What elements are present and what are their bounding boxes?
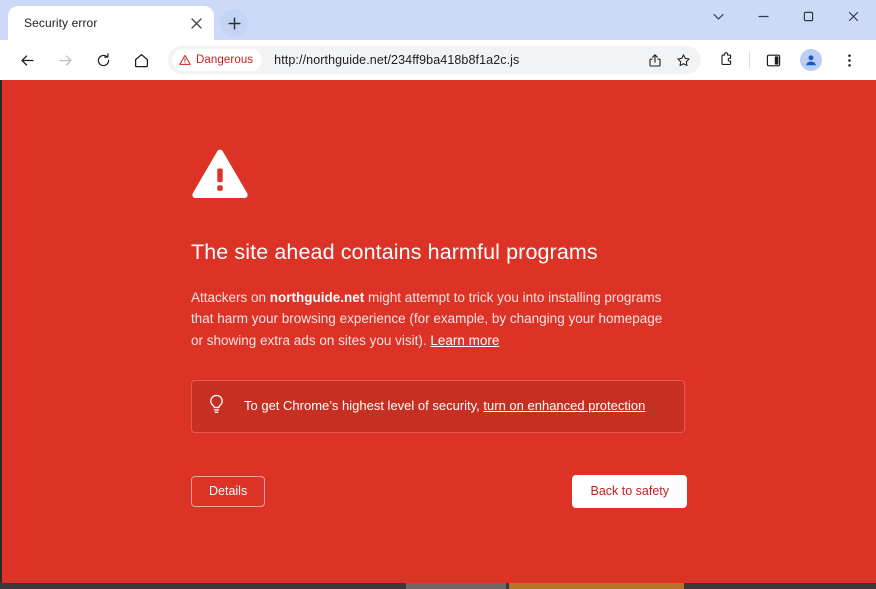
warning-triangle-icon xyxy=(191,148,691,205)
tab-strip-left-padding xyxy=(0,0,8,40)
interstitial-content: The site ahead contains harmful programs… xyxy=(191,148,691,508)
puzzle-piece-icon xyxy=(720,51,731,65)
interstitial-body: Attackers on northguide.net might attemp… xyxy=(191,287,669,351)
tab-strip: Security error xyxy=(0,0,876,40)
forward-button[interactable] xyxy=(51,46,79,74)
browser-toolbar: Dangerous http://northguide.net/234ff9ba… xyxy=(0,40,876,80)
three-dot-menu-icon xyxy=(847,53,851,67)
security-interstitial-page: The site ahead contains harmful programs… xyxy=(0,80,876,589)
security-status-badge[interactable]: Dangerous xyxy=(172,49,263,71)
new-tab-button[interactable] xyxy=(220,9,248,37)
address-bar[interactable]: Dangerous http://northguide.net/234ff9ba… xyxy=(168,46,701,74)
body-domain: northguide.net xyxy=(269,289,365,305)
maximize-icon xyxy=(803,11,814,21)
interstitial-actions: Details Back to safety xyxy=(191,474,687,508)
tab-search-button[interactable] xyxy=(696,0,741,32)
url-text: http://northguide.net/234ff9ba418b8f1a2c… xyxy=(274,53,520,67)
close-icon xyxy=(848,11,859,21)
page-title: The site ahead contains harmful programs xyxy=(191,240,598,264)
omnibox-actions xyxy=(641,48,697,72)
reload-button[interactable] xyxy=(89,46,117,74)
arrow-left-icon xyxy=(20,54,34,66)
body-prefix: Attackers on xyxy=(191,289,270,305)
home-button[interactable] xyxy=(127,46,155,74)
lightbulb-icon xyxy=(208,394,225,419)
security-status-label: Dangerous xyxy=(196,54,254,66)
tab-title: Security error xyxy=(24,16,98,30)
side-panel-button[interactable] xyxy=(759,46,787,74)
plus-icon xyxy=(227,16,241,30)
menu-button[interactable] xyxy=(835,46,863,74)
tab-security-error[interactable]: Security error xyxy=(8,6,214,40)
taskbar-segment xyxy=(406,583,506,589)
profile-button[interactable] xyxy=(797,46,825,74)
toolbar-divider xyxy=(749,52,750,68)
browser-window: Security error Dangerous http://northgui… xyxy=(0,0,876,589)
arrow-right-icon xyxy=(58,54,72,66)
enhanced-protection-text: To get Chrome’s highest level of securit… xyxy=(244,397,645,415)
warning-triangle-icon xyxy=(179,54,191,65)
minimize-icon xyxy=(758,15,769,17)
back-to-safety-button[interactable]: Back to safety xyxy=(572,474,687,508)
person-icon xyxy=(805,55,817,66)
learn-more-link[interactable]: Learn more xyxy=(430,333,499,348)
share-icon[interactable] xyxy=(643,48,667,72)
callout-text-prefix: To get Chrome’s highest level of securit… xyxy=(244,398,484,414)
chevron-down-icon xyxy=(713,13,724,20)
close-window-button[interactable] xyxy=(831,0,876,32)
enhanced-protection-link[interactable]: turn on enhanced protection xyxy=(483,398,645,413)
window-controls xyxy=(696,0,876,40)
extensions-button[interactable] xyxy=(712,46,740,74)
avatar xyxy=(800,49,822,71)
enhanced-protection-callout: To get Chrome’s highest level of securit… xyxy=(191,379,685,433)
reload-icon xyxy=(97,52,109,66)
taskbar-segment xyxy=(0,583,406,589)
home-icon xyxy=(134,53,148,67)
maximize-button[interactable] xyxy=(786,0,831,32)
taskbar-segment-active xyxy=(509,583,684,589)
close-icon[interactable] xyxy=(186,13,206,33)
details-button[interactable]: Details xyxy=(191,475,266,507)
desktop-taskbar-strip xyxy=(0,583,876,589)
minimize-button[interactable] xyxy=(741,0,786,32)
taskbar-segment xyxy=(684,583,876,589)
back-button[interactable] xyxy=(13,46,41,74)
side-panel-icon xyxy=(766,54,780,66)
bookmark-star-icon[interactable] xyxy=(671,48,695,72)
